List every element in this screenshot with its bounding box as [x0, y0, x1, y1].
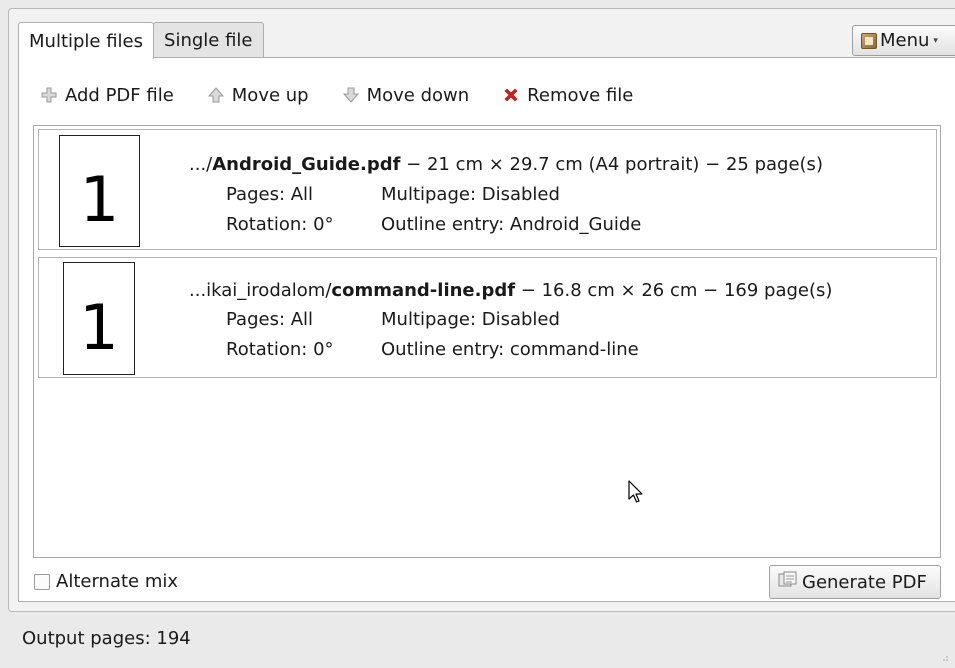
- menu-icon: [861, 32, 877, 49]
- file-list[interactable]: 1 .../Android_Guide.pdf − 21 cm × 29.7 c…: [33, 125, 941, 558]
- plus-icon: [40, 86, 58, 104]
- file-path-prefix: .../: [189, 154, 213, 175]
- file-path-prefix: ...ikai_irodalom/: [189, 280, 332, 301]
- toolbar: Add PDF file Move up Move down Remove fi…: [40, 80, 666, 110]
- alternate-mix-option[interactable]: Alternate mix: [34, 571, 178, 592]
- generate-pdf-button[interactable]: Generate PDF: [769, 565, 941, 599]
- file-outline-entry: Outline entry: Android_Guide: [381, 214, 642, 235]
- file-multipage: Multipage: Disabled: [381, 184, 560, 205]
- alternate-mix-checkbox[interactable]: [34, 573, 50, 590]
- file-pages: Pages: All: [226, 309, 314, 330]
- caret-down-icon: ▾: [933, 35, 938, 46]
- generate-icon: [778, 571, 798, 594]
- add-pdf-file-button[interactable]: Add PDF file: [40, 85, 174, 106]
- file-outline-entry: Outline entry: command-line: [381, 339, 639, 360]
- remove-x-icon: [502, 86, 520, 104]
- file-name: Android_Guide.pdf: [212, 154, 401, 175]
- file-rotation: Rotation: 0°: [226, 339, 334, 360]
- file-title-line: ...ikai_irodalom/command-line.pdf − 16.8…: [189, 280, 832, 301]
- thumbnail-page-number: 1: [79, 290, 119, 364]
- file-list-item[interactable]: 1 ...ikai_irodalom/command-line.pdf − 16…: [38, 257, 937, 378]
- file-title-line: .../Android_Guide.pdf − 21 cm × 29.7 cm …: [189, 154, 823, 175]
- tab-bar: Multiple files Single file: [18, 22, 264, 59]
- file-rotation: Rotation: 0°: [226, 214, 334, 235]
- page-thumbnail: 1: [63, 262, 135, 375]
- menu-label: Menu: [880, 30, 930, 51]
- file-list-item[interactable]: 1 .../Android_Guide.pdf − 21 cm × 29.7 c…: [38, 129, 937, 250]
- file-multipage: Multipage: Disabled: [381, 309, 560, 330]
- arrow-down-icon: [342, 86, 360, 104]
- move-up-label: Move up: [231, 84, 309, 106]
- file-pages: Pages: All: [226, 184, 314, 205]
- arrow-up-icon: [207, 86, 225, 104]
- file-details: − 16.8 cm × 26 cm − 169 page(s): [515, 280, 833, 301]
- file-details: − 21 cm × 29.7 cm (A4 portrait) − 25 pag…: [400, 154, 823, 175]
- alternate-mix-label: Alternate mix: [56, 571, 179, 592]
- tab-multiple-files[interactable]: Multiple files: [18, 22, 155, 59]
- move-down-label: Move down: [366, 84, 470, 106]
- thumbnail-page-number: 1: [79, 163, 120, 236]
- move-up-button[interactable]: Move up: [207, 85, 309, 106]
- remove-file-button[interactable]: Remove file: [502, 85, 633, 106]
- output-pages-status: Output pages: 194: [22, 628, 191, 649]
- generate-pdf-label: Generate PDF: [802, 571, 927, 593]
- mouse-pointer-icon: [628, 480, 643, 503]
- remove-file-label: Remove file: [527, 84, 634, 106]
- file-name: command-line.pdf: [331, 280, 516, 301]
- page-thumbnail: 1: [59, 135, 140, 247]
- menu-button[interactable]: Menu ▾: [852, 25, 955, 56]
- tab-single-file[interactable]: Single file: [153, 22, 264, 58]
- resize-grip-icon[interactable]: [939, 652, 949, 662]
- add-pdf-file-label: Add PDF file: [65, 84, 174, 106]
- move-down-button[interactable]: Move down: [342, 84, 470, 106]
